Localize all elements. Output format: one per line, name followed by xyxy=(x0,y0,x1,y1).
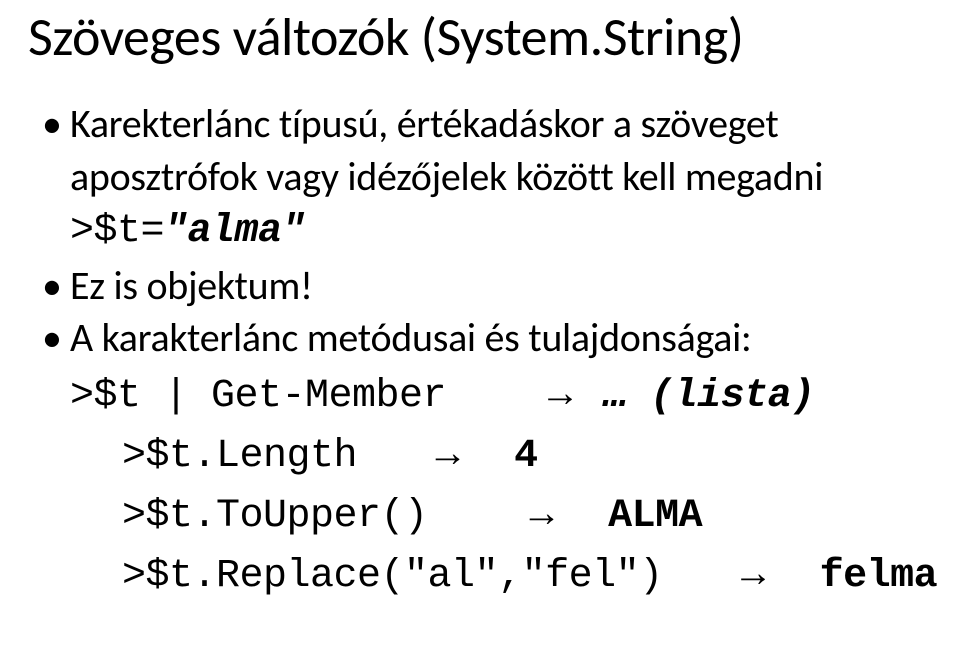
code-getmember: >$t | Get-Member → … (lista) xyxy=(28,365,932,425)
code-assign-value: "alma" xyxy=(164,209,305,254)
bullet-item-1: Karekterlánc típusú, értékadáskor a szöv… xyxy=(42,98,932,204)
slide-title: Szöveges változók (System.String) xyxy=(28,4,932,70)
code-toupper-prefix: >$t.ToUpper() xyxy=(122,494,428,539)
code-replace-result: felma xyxy=(820,554,938,599)
arrow-icon: → xyxy=(522,491,562,535)
arrow-icon: → xyxy=(428,431,468,475)
code-replace-prefix: >$t.Replace("al","fel") xyxy=(122,554,663,599)
code-replace: >$t.Replace("al","fel") → felma xyxy=(28,545,932,605)
code-toupper-result: ALMA xyxy=(608,494,702,539)
code-assign: >$t="alma" xyxy=(28,204,932,260)
bullet-item-3: A karakterlánc metódusai és tulajdonsága… xyxy=(42,312,932,365)
code-length-result: 4 xyxy=(514,434,538,479)
arrow-icon: → xyxy=(733,551,773,595)
arrow-icon: → xyxy=(540,371,580,415)
bullet-list-2: Ez is objektum! A karakterlánc metódusai… xyxy=(28,260,932,366)
bullet-list: Karekterlánc típusú, értékadáskor a szöv… xyxy=(28,98,932,204)
code-assign-prefix: >$t= xyxy=(70,209,164,254)
code-getmember-prefix: >$t | Get-Member xyxy=(70,374,446,419)
code-getmember-result: … (lista) xyxy=(603,374,815,419)
code-length-prefix: >$t.Length xyxy=(122,434,357,479)
code-length: >$t.Length → 4 xyxy=(28,425,932,485)
code-toupper: >$t.ToUpper() → ALMA xyxy=(28,485,932,545)
bullet-item-2: Ez is objektum! xyxy=(42,260,932,313)
